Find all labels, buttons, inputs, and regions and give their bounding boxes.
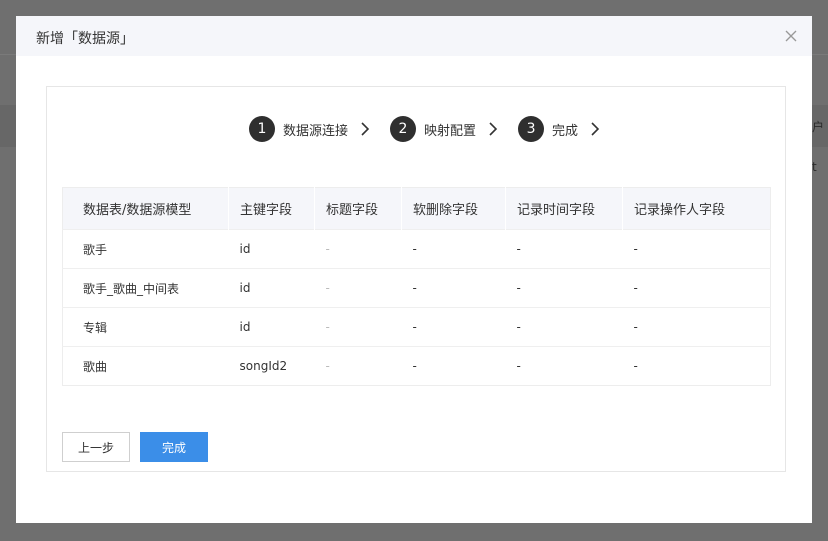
step-connection: 1 数据源连接 bbox=[249, 116, 370, 142]
table-cell: - bbox=[401, 229, 506, 269]
new-datasource-dialog: 新增「数据源」 1 数据源连接 2 映射配置 3 完成 数据表/数据源模型 主键… bbox=[16, 16, 812, 523]
table-cell: id bbox=[228, 229, 315, 269]
table-cell: - bbox=[314, 346, 402, 386]
step-number: 3 bbox=[518, 116, 545, 142]
table-cell: - bbox=[314, 268, 402, 308]
column-header: 数据表/数据源模型 bbox=[62, 187, 229, 230]
table-cell: - bbox=[401, 268, 506, 308]
column-header: 主键字段 bbox=[228, 187, 315, 230]
table-cell: - bbox=[622, 307, 771, 347]
column-header: 标题字段 bbox=[314, 187, 402, 230]
finish-button[interactable]: 完成 bbox=[140, 432, 208, 462]
background-peek-text: 户 bbox=[812, 120, 825, 134]
table-cell: 专辑 bbox=[62, 307, 229, 347]
column-header: 记录操作人字段 bbox=[622, 187, 771, 230]
dialog-header: 新增「数据源」 bbox=[16, 16, 812, 56]
chevron-right-icon bbox=[489, 122, 498, 136]
table-cell: - bbox=[505, 268, 623, 308]
wizard-panel: 1 数据源连接 2 映射配置 3 完成 数据表/数据源模型 主键字段 标题字段 … bbox=[46, 86, 786, 472]
table-cell: id bbox=[228, 268, 315, 308]
chevron-right-icon bbox=[361, 122, 370, 136]
step-number: 1 bbox=[249, 116, 275, 142]
table-cell: - bbox=[314, 229, 402, 269]
chevron-right-icon bbox=[591, 122, 600, 136]
table-cell: - bbox=[401, 346, 506, 386]
step-mapping: 2 映射配置 bbox=[390, 116, 498, 142]
wizard-steps: 1 数据源连接 2 映射配置 3 完成 bbox=[249, 115, 600, 143]
dialog-title: 新增「数据源」 bbox=[36, 31, 134, 47]
table-cell: 歌手 bbox=[62, 229, 229, 269]
close-icon[interactable] bbox=[784, 29, 798, 43]
table-cell: - bbox=[505, 307, 623, 347]
step-label: 数据源连接 bbox=[283, 123, 349, 139]
step-label: 映射配置 bbox=[424, 123, 477, 139]
table-row: 歌曲 songId2 - - - - bbox=[62, 346, 771, 386]
previous-step-button[interactable]: 上一步 bbox=[62, 432, 130, 462]
step-complete: 3 完成 bbox=[518, 116, 600, 142]
table-cell: 歌手_歌曲_中间表 bbox=[62, 268, 229, 308]
step-label: 完成 bbox=[552, 123, 579, 139]
table-row: 歌手 id - - - - bbox=[62, 229, 771, 269]
mapping-table: 数据表/数据源模型 主键字段 标题字段 软删除字段 记录时间字段 记录操作人字段… bbox=[62, 187, 771, 386]
table-cell: songId2 bbox=[228, 346, 315, 386]
table-cell: - bbox=[314, 307, 402, 347]
table-cell: - bbox=[401, 307, 506, 347]
table-cell: - bbox=[622, 346, 771, 386]
table-cell: 歌曲 bbox=[62, 346, 229, 386]
table-header-row: 数据表/数据源模型 主键字段 标题字段 软删除字段 记录时间字段 记录操作人字段 bbox=[62, 187, 771, 230]
column-header: 记录时间字段 bbox=[505, 187, 623, 230]
table-cell: - bbox=[622, 229, 771, 269]
table-cell: - bbox=[505, 229, 623, 269]
step-number: 2 bbox=[390, 116, 417, 142]
table-row: 专辑 id - - - - bbox=[62, 307, 771, 347]
table-cell: - bbox=[622, 268, 771, 308]
column-header: 软删除字段 bbox=[401, 187, 506, 230]
background-peek-text: t bbox=[812, 160, 817, 174]
table-cell: id bbox=[228, 307, 315, 347]
table-row: 歌手_歌曲_中间表 id - - - - bbox=[62, 268, 771, 308]
table-cell: - bbox=[505, 346, 623, 386]
